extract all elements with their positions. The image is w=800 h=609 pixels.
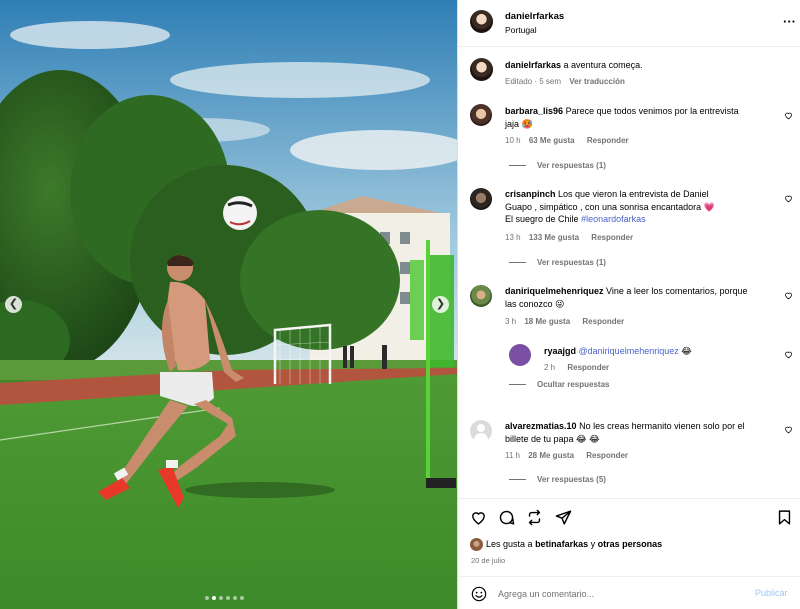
avatar[interactable] — [470, 188, 492, 210]
chevron-right-icon[interactable]: ❯ — [432, 296, 449, 313]
caption-text: a aventura começa. — [563, 60, 643, 70]
post-date[interactable]: 20 de julio — [471, 556, 505, 565]
post-header: danielrfarkas Portugal ··· — [458, 0, 800, 47]
comments-list: danielrfarkas a aventura começa. Editado… — [458, 48, 800, 498]
comment-meta: 10 h 63 Me gusta Responder — [505, 136, 629, 145]
comment-username[interactable]: barbara_lis96 — [505, 106, 563, 116]
reply-button[interactable]: Responder — [567, 363, 609, 372]
comment-body: Parece que todos venimos por la entrevis… — [565, 106, 739, 116]
photo-scene — [0, 0, 457, 609]
avatar[interactable] — [509, 344, 531, 366]
post-location[interactable]: Portugal — [505, 25, 537, 35]
comment-time: 11 h — [505, 451, 520, 460]
reply-time: 2 h — [544, 363, 556, 372]
hide-replies-button[interactable]: Ocultar respuestas — [509, 380, 609, 389]
comment-username[interactable]: crisanpinch — [505, 189, 556, 199]
avatar[interactable] — [470, 420, 492, 442]
comment-body-line: las conozco 😜 — [505, 298, 565, 309]
likes-prefix: Les gusta a — [486, 539, 533, 549]
publish-button[interactable]: Publicar — [755, 588, 788, 598]
heart-icon[interactable] — [784, 194, 793, 203]
heart-icon[interactable] — [784, 425, 793, 434]
bookmark-icon[interactable] — [776, 509, 793, 526]
reply-username[interactable]: ryaajgd — [544, 346, 576, 356]
reply-button[interactable]: Responder — [587, 136, 629, 145]
avatar[interactable] — [470, 10, 493, 33]
carousel-dot — [226, 596, 230, 600]
comment-body-line: El suegro de Chile — [505, 214, 579, 224]
comment-meta: 3 h 18 Me gusta Responder — [505, 317, 624, 326]
post-side-panel: danielrfarkas Portugal ··· danielrfarkas… — [457, 0, 800, 609]
comment-body: Los que vieron la entrevista de Daniel — [558, 189, 709, 199]
comment-body-line: jaja 🥵 — [505, 118, 533, 129]
comment-likes[interactable]: 133 Me gusta — [529, 233, 579, 242]
reply-emoji: 😂 — [681, 346, 692, 356]
comment-body-line: billete de tu papa 😂 😂 — [505, 433, 600, 444]
other-likers-link[interactable]: otras personas — [598, 539, 663, 549]
more-horizontal-icon[interactable]: ··· — [783, 14, 796, 29]
see-translation-link[interactable]: Ver traducción — [569, 77, 625, 86]
comment-text: crisanpinch Los que vieron la entrevista… — [505, 188, 780, 226]
heart-icon[interactable] — [784, 350, 793, 359]
caption-edited: Editado · 5 sem — [505, 77, 562, 86]
comment-body: Vine a leer los comentarios, porque — [606, 286, 748, 296]
carousel-dot — [205, 596, 209, 600]
chevron-left-icon[interactable]: ❮ — [5, 296, 22, 313]
comment-input[interactable] — [498, 586, 748, 601]
avatar[interactable] — [470, 104, 492, 126]
view-replies-button[interactable]: Ver respuestas (1) — [509, 258, 606, 267]
comment-text: barbara_lis96 Parece que todos venimos p… — [505, 105, 777, 130]
add-comment-bar: Publicar — [458, 576, 800, 609]
reply-button[interactable]: Responder — [582, 317, 624, 326]
reply-meta: 2 h Responder — [544, 363, 609, 372]
heart-icon[interactable] — [784, 111, 793, 120]
heart-icon[interactable] — [784, 291, 793, 300]
heart-icon[interactable] — [470, 509, 487, 526]
comment-likes[interactable]: 28 Me gusta — [528, 451, 574, 460]
share-icon[interactable] — [555, 509, 572, 526]
comment-time: 13 h — [505, 233, 521, 242]
view-replies-button[interactable]: Ver respuestas (1) — [509, 161, 606, 170]
reply-button[interactable]: Responder — [591, 233, 633, 242]
comment-text: alvarezmatias.10 No les creas hermanito … — [505, 420, 780, 445]
hashtag-link[interactable]: #leonardofarkas — [581, 214, 646, 224]
carousel-dot — [219, 596, 223, 600]
instagram-post-view: ❮ ❯ danielrfarkas Portugal ··· danielrfa… — [0, 0, 800, 609]
comment-meta: 13 h 133 Me gusta Responder — [505, 233, 633, 242]
view-replies-button[interactable]: Ver respuestas (5) — [509, 475, 606, 484]
caption-username[interactable]: danielrfarkas — [505, 60, 561, 70]
avatar[interactable] — [470, 538, 483, 551]
comment-body: No les creas hermanito vienen solo por e… — [579, 421, 745, 431]
carousel-dot — [240, 596, 244, 600]
post-actions: Les gusta a betinafarkas y otras persona… — [458, 498, 800, 576]
likes-conjunction: y — [590, 539, 596, 549]
carousel-dots — [205, 596, 244, 600]
emoji-icon[interactable] — [471, 586, 487, 602]
comment-likes[interactable]: 18 Me gusta — [524, 317, 570, 326]
reply-button[interactable]: Responder — [586, 451, 628, 460]
liker-username[interactable]: betinafarkas — [535, 539, 588, 549]
carousel-dot-active — [212, 596, 216, 600]
caption-meta: Editado · 5 sem Ver traducción — [505, 77, 625, 86]
avatar[interactable] — [470, 58, 493, 81]
comment-body-line: Guapo , simpático , con una sonrisa enca… — [505, 201, 715, 212]
comment-time: 10 h — [505, 136, 521, 145]
caption: danielrfarkas a aventura começa. — [505, 59, 775, 72]
comment-likes[interactable]: 63 Me gusta — [529, 136, 575, 145]
likes-summary: Les gusta a betinafarkas y otras persona… — [486, 539, 662, 549]
comment-time: 3 h — [505, 317, 517, 326]
comment-username[interactable]: daniriquelmehenriquez — [505, 286, 604, 296]
carousel-dot — [233, 596, 237, 600]
comment-username[interactable]: alvarezmatias.10 — [505, 421, 577, 431]
mention-link[interactable]: @daniriquelmehenriquez — [579, 346, 679, 356]
post-author-username[interactable]: danielrfarkas — [505, 11, 564, 22]
comment-text: daniriquelmehenriquez Vine a leer los co… — [505, 285, 780, 310]
repost-icon[interactable] — [526, 509, 543, 526]
post-photo[interactable]: ❮ ❯ — [0, 0, 457, 609]
reply-text: ryaajgd @daniriquelmehenriquez 😂 — [544, 345, 774, 358]
avatar[interactable] — [470, 285, 492, 307]
comment-meta: 11 h 28 Me gusta Responder — [505, 451, 628, 460]
comment-icon[interactable] — [498, 509, 515, 526]
